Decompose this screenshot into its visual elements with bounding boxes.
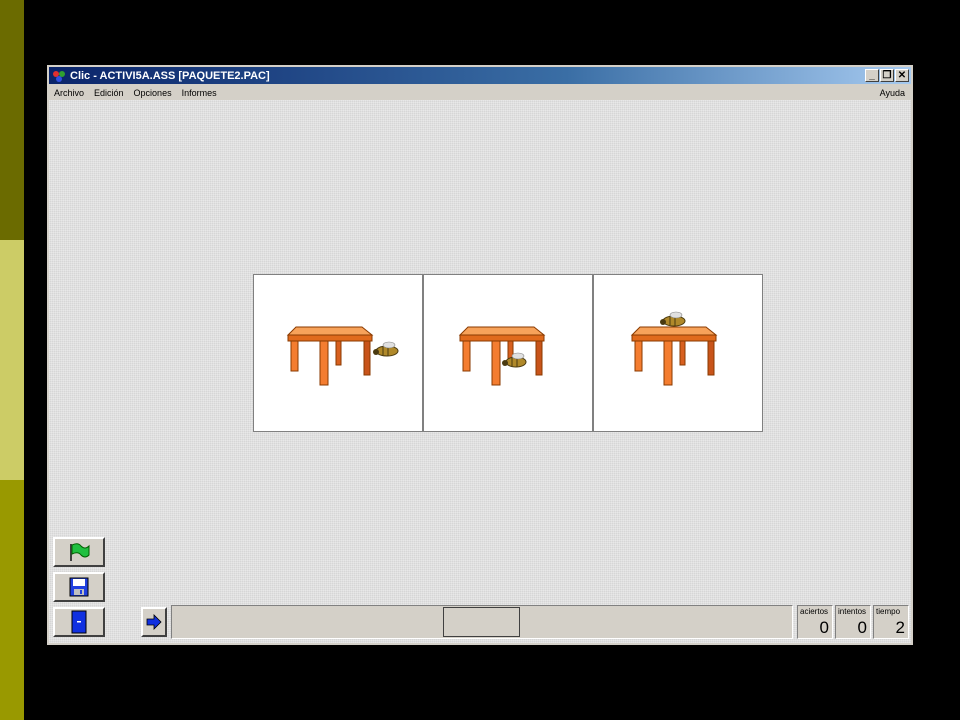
card-bee-beside-table[interactable]: [253, 274, 423, 432]
bee-icon: [502, 352, 527, 368]
next-activity-button[interactable]: [141, 607, 167, 637]
menu-ayuda[interactable]: Ayuda: [875, 88, 911, 98]
counter-aciertos: aciertos 0: [797, 605, 833, 639]
card-bee-on-table[interactable]: [593, 274, 763, 432]
exit-button[interactable]: [53, 607, 105, 637]
counter-intentos: intentos 0: [835, 605, 871, 639]
close-button[interactable]: ✕: [895, 69, 909, 82]
table-bee-beside-image: [286, 326, 399, 386]
card-bee-under-table[interactable]: [423, 274, 593, 432]
table-bee-under-image: [458, 326, 546, 386]
counter-tiempo: tiempo 2: [873, 605, 909, 639]
menu-archivo[interactable]: Archivo: [49, 88, 89, 98]
slide-stripe-middle: [0, 240, 24, 480]
counter-value: 0: [857, 618, 867, 637]
menu-bar: Archivo Edición Opciones Informes Ayuda: [49, 85, 911, 100]
blue-arrow-right-icon: [146, 614, 162, 630]
menu-edicion[interactable]: Edición: [89, 88, 129, 98]
save-button[interactable]: [53, 572, 105, 602]
door-icon: [71, 610, 87, 634]
message-bar: [171, 605, 793, 639]
menu-opciones[interactable]: Opciones: [129, 88, 177, 98]
green-flag-icon: [70, 543, 90, 561]
activity-area: aciertos 0 intentos 0 tiempo 2: [49, 100, 911, 643]
start-flag-button[interactable]: [53, 537, 105, 567]
title-bar[interactable]: Clic - ACTIVI5A.ASS [PAQUETE2.PAC] _ ❐ ✕: [49, 67, 911, 84]
table-bee-on-image: [630, 311, 718, 386]
bee-icon: [660, 311, 686, 327]
minimize-button[interactable]: _: [865, 69, 879, 82]
counter-value: 2: [895, 618, 905, 637]
menu-informes[interactable]: Informes: [177, 88, 222, 98]
counter-label: intentos: [838, 607, 867, 616]
floppy-disk-icon: [69, 577, 89, 597]
restore-button[interactable]: ❐: [880, 69, 894, 82]
bee-icon: [373, 341, 399, 357]
counter-label: tiempo: [876, 607, 901, 616]
window-title: Clic - ACTIVI5A.ASS [PAQUETE2.PAC]: [70, 69, 270, 82]
counter-label: aciertos: [800, 607, 829, 616]
counter-value: 0: [819, 618, 829, 637]
slide-stripe-bottom: [0, 480, 24, 720]
message-bar-section: [443, 607, 520, 637]
slide-stripe-top: [0, 0, 24, 240]
clic-app-icon: [53, 70, 65, 82]
clic-window: Clic - ACTIVI5A.ASS [PAQUETE2.PAC] _ ❐ ✕…: [47, 65, 913, 645]
